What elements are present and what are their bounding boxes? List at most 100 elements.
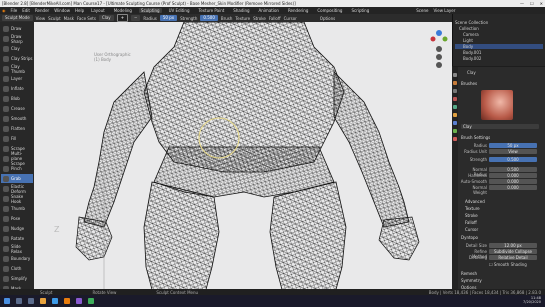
tool-fill[interactable]: Fill bbox=[1, 134, 33, 143]
render-tab-icon[interactable] bbox=[453, 81, 457, 85]
tool-clay-strips[interactable]: Clay Strips bbox=[1, 54, 33, 63]
task-view-icon[interactable] bbox=[28, 298, 34, 304]
tool-simplify[interactable]: Simplify bbox=[1, 274, 33, 283]
menu-mask[interactable]: Mask bbox=[64, 16, 74, 21]
detail-size-field[interactable]: 12.00 px bbox=[489, 243, 537, 248]
blender-logo-icon[interactable]: ◉ bbox=[2, 8, 6, 13]
outliner-row-light[interactable]: Light bbox=[463, 38, 473, 43]
app-icon[interactable] bbox=[76, 298, 82, 304]
detailing-field[interactable]: Relative Detail bbox=[489, 255, 537, 260]
menu-file[interactable]: File bbox=[11, 8, 18, 13]
tab-rendering[interactable]: Rendering bbox=[286, 8, 310, 13]
options-menu[interactable]: Options bbox=[320, 16, 335, 21]
mode-selector[interactable]: Sculpt Mode bbox=[2, 15, 33, 21]
tool-pinch[interactable]: Pinch bbox=[1, 164, 33, 173]
tab-uv-editing[interactable]: UV Editing bbox=[167, 8, 192, 13]
brush-preview-thumbnail[interactable] bbox=[481, 90, 513, 120]
tool-slide-relax[interactable]: Slide Relax bbox=[1, 244, 33, 254]
radius-unit-field[interactable]: View bbox=[489, 149, 537, 154]
tool-thumb[interactable]: Thumb bbox=[1, 204, 33, 213]
outliner-row-body-002[interactable]: Body.002 bbox=[463, 56, 481, 61]
strength-prop-field[interactable]: 0.500 bbox=[489, 157, 537, 162]
menu-brush[interactable]: Brush bbox=[221, 16, 233, 21]
view-layer-selector[interactable]: View Layer bbox=[433, 8, 455, 13]
file-explorer-icon[interactable] bbox=[40, 298, 46, 304]
tool-grab[interactable]: Grab bbox=[1, 174, 33, 183]
tab-modeling[interactable]: Modeling bbox=[112, 8, 134, 13]
tab-sculpting[interactable]: Sculpting bbox=[138, 8, 162, 13]
menu-falloff[interactable]: Falloff bbox=[269, 16, 281, 21]
normal-radius-field[interactable]: 0.500 bbox=[489, 167, 537, 172]
menu-texture[interactable]: Texture bbox=[235, 16, 250, 21]
browser-icon[interactable] bbox=[52, 298, 58, 304]
modifier-tab-icon[interactable] bbox=[453, 121, 457, 125]
normal-weight-field[interactable]: 0.000 bbox=[489, 185, 537, 190]
tool-cloth[interactable]: Cloth bbox=[1, 264, 33, 273]
app-icon-2[interactable] bbox=[88, 298, 94, 304]
cursor-section[interactable]: Cursor bbox=[465, 227, 478, 232]
tool-multi-plane-scrape[interactable]: Multi-plane Scrape bbox=[1, 151, 33, 166]
tool-layer[interactable]: Layer bbox=[1, 74, 33, 83]
radius-prop-field[interactable]: 50 px bbox=[489, 143, 537, 148]
tab-shading[interactable]: Shading bbox=[231, 8, 251, 13]
brush-selector[interactable]: Clay bbox=[98, 15, 114, 21]
remesh-section[interactable]: Remesh bbox=[461, 271, 477, 276]
outliner-row-body[interactable]: Body bbox=[455, 44, 543, 49]
outliner-row-body-001[interactable]: Body.001 bbox=[463, 50, 481, 55]
tool-snake-hook[interactable]: Snake Hook bbox=[1, 194, 33, 204]
radius-field[interactable]: 50 px bbox=[159, 15, 178, 21]
tab-animation[interactable]: Animation bbox=[257, 8, 281, 13]
outliner-row-camera[interactable]: Camera bbox=[463, 32, 479, 37]
object-tab-icon[interactable] bbox=[453, 113, 457, 117]
strength-field[interactable]: 0.500 bbox=[200, 15, 218, 21]
menu-edit[interactable]: Edit bbox=[22, 8, 30, 13]
tool-clay[interactable]: Clay bbox=[1, 44, 33, 53]
subtract-button[interactable]: − bbox=[131, 15, 141, 21]
tool-pose[interactable]: Pose bbox=[1, 214, 33, 223]
tool-nudge[interactable]: Nudge bbox=[1, 224, 33, 233]
maximize-button[interactable]: ☐ bbox=[530, 0, 534, 7]
system-clock[interactable]: 11:48 7/20/2020 bbox=[523, 296, 541, 304]
active-brush-name[interactable]: Clay bbox=[467, 70, 476, 75]
advanced-section[interactable]: Advanced bbox=[465, 199, 485, 204]
menu-cursor[interactable]: Cursor bbox=[284, 16, 297, 21]
tab-layout[interactable]: Layout bbox=[89, 8, 107, 13]
tab-compositing[interactable]: Compositing bbox=[315, 8, 344, 13]
start-icon[interactable] bbox=[4, 298, 10, 304]
dyntopo-header[interactable]: Dyntopo bbox=[461, 235, 478, 240]
tool-flatten[interactable]: Flatten bbox=[1, 124, 33, 133]
minimize-button[interactable]: — bbox=[520, 0, 524, 7]
tool-draw[interactable]: Draw bbox=[1, 24, 33, 33]
outliner-row-collection[interactable]: Collection bbox=[459, 26, 479, 31]
tool-crease[interactable]: Crease bbox=[1, 104, 33, 113]
add-button[interactable]: + bbox=[116, 14, 129, 22]
blender-taskbar-icon[interactable] bbox=[64, 298, 70, 304]
refine-method-field[interactable]: Subdivide Collapse bbox=[489, 249, 537, 254]
hardness-field[interactable]: 0.000 bbox=[489, 173, 537, 178]
data-tab-icon[interactable] bbox=[453, 129, 457, 133]
scene-selector[interactable]: Scene bbox=[416, 8, 428, 13]
tool-smooth[interactable]: Smooth bbox=[1, 114, 33, 123]
stroke-section[interactable]: Stroke bbox=[465, 213, 478, 218]
brush-settings-header[interactable]: Brush Settings bbox=[461, 135, 490, 140]
tab-texture-paint[interactable]: Texture Paint bbox=[196, 8, 226, 13]
tool-blob[interactable]: Blob bbox=[1, 94, 33, 103]
brush-preset-field[interactable]: Clay bbox=[461, 124, 539, 129]
menu-stroke[interactable]: Stroke bbox=[253, 16, 266, 21]
auto-smooth-field[interactable]: 0.000 bbox=[489, 179, 537, 184]
menu-view[interactable]: View bbox=[36, 16, 46, 21]
3d-viewport[interactable]: User Orthographic (1) Body Z bbox=[34, 22, 452, 297]
world-tab-icon[interactable] bbox=[453, 105, 457, 109]
texture-section[interactable]: Texture bbox=[465, 206, 480, 211]
tool-clay-thumb[interactable]: Clay Thumb bbox=[1, 64, 33, 74]
menu-face-sets[interactable]: Face Sets bbox=[77, 16, 96, 21]
search-icon[interactable] bbox=[16, 298, 22, 304]
menu-help[interactable]: Help bbox=[75, 8, 84, 13]
menu-window[interactable]: Window bbox=[54, 8, 70, 13]
menu-sculpt[interactable]: Sculpt bbox=[48, 16, 61, 21]
menu-render[interactable]: Render bbox=[35, 8, 49, 13]
tool-boundary[interactable]: Boundary bbox=[1, 254, 33, 263]
tool-draw-sharp[interactable]: Draw Sharp bbox=[1, 34, 33, 44]
tool-elastic-deform[interactable]: Elastic Deform bbox=[1, 184, 33, 194]
falloff-section[interactable]: Falloff bbox=[465, 220, 477, 225]
